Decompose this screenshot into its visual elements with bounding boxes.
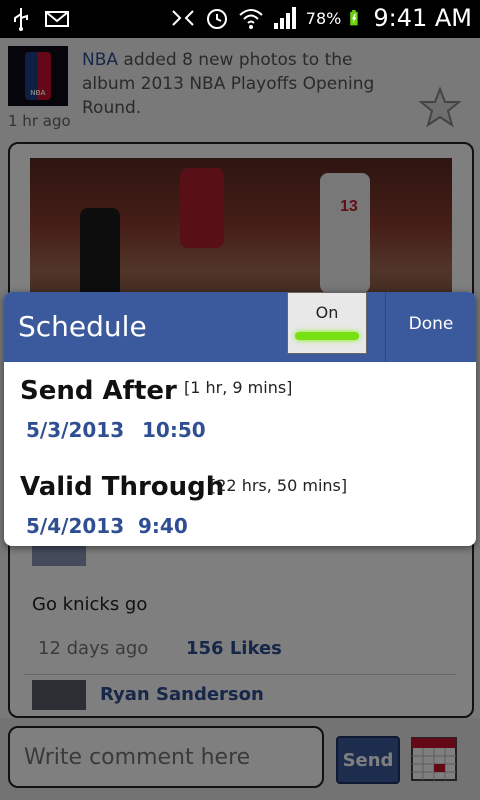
send-after-relative: [1 hr, 9 mins] <box>184 378 293 397</box>
post-time: 1 hr ago <box>8 112 71 130</box>
calendar-icon[interactable] <box>410 734 458 782</box>
comment-composer: Send <box>0 718 480 800</box>
toggle-label: On <box>315 303 339 322</box>
post-author[interactable]: NBA <box>82 50 118 70</box>
send-after-label: Send After <box>20 376 177 406</box>
send-button[interactable]: Send <box>336 736 400 784</box>
schedule-toggle[interactable]: On <box>287 292 367 354</box>
clock: 9:41 AM <box>373 4 472 32</box>
schedule-dialog: Schedule On Done Send After [1 hr, 9 min… <box>4 292 476 546</box>
divider <box>24 674 456 675</box>
nfc-icon <box>172 10 194 26</box>
player-figure <box>320 173 370 293</box>
post-description: added 8 new photos to the album 2013 NBA… <box>82 50 375 118</box>
usb-icon <box>14 8 28 31</box>
status-bar: 78% 9:41 AM <box>0 0 480 38</box>
divider <box>385 292 386 362</box>
battery-charging-icon <box>350 10 358 26</box>
send-after-date[interactable]: 5/3/2013 <box>26 418 124 442</box>
done-button[interactable]: Done <box>394 314 468 334</box>
star-icon[interactable] <box>418 86 462 130</box>
comment-input[interactable] <box>8 726 324 788</box>
post-header: NBA NBA added 8 new photos to the album … <box>0 38 480 138</box>
avatar[interactable] <box>32 680 86 710</box>
player-figure <box>180 168 224 248</box>
comment-text: Go knicks go <box>32 594 148 615</box>
valid-through-date[interactable]: 5/4/2013 <box>26 514 124 538</box>
valid-through-label: Valid Through <box>20 472 225 502</box>
comment-likes[interactable]: 156 Likes <box>186 638 282 659</box>
commenter-name[interactable]: Ryan Sanderson <box>100 684 264 705</box>
dialog-header: Schedule On Done <box>4 292 476 362</box>
toggle-indicator <box>295 332 359 340</box>
signal-icon <box>273 7 296 29</box>
post-text: NBA added 8 new photos to the album 2013… <box>82 48 402 120</box>
dialog-title: Schedule <box>18 310 147 343</box>
battery-percent: 78% <box>305 8 342 28</box>
comment-time: 12 days ago <box>38 638 149 659</box>
jersey-number: 13 <box>340 198 358 215</box>
wifi-icon <box>239 9 263 29</box>
valid-through-time[interactable]: 9:40 <box>138 514 188 538</box>
valid-through-relative: [22 hrs, 50 mins] <box>210 476 348 495</box>
mail-icon <box>45 11 69 27</box>
nba-logo[interactable]: NBA <box>8 46 68 106</box>
alarm-icon <box>206 9 227 29</box>
send-after-time[interactable]: 10:50 <box>142 418 206 442</box>
